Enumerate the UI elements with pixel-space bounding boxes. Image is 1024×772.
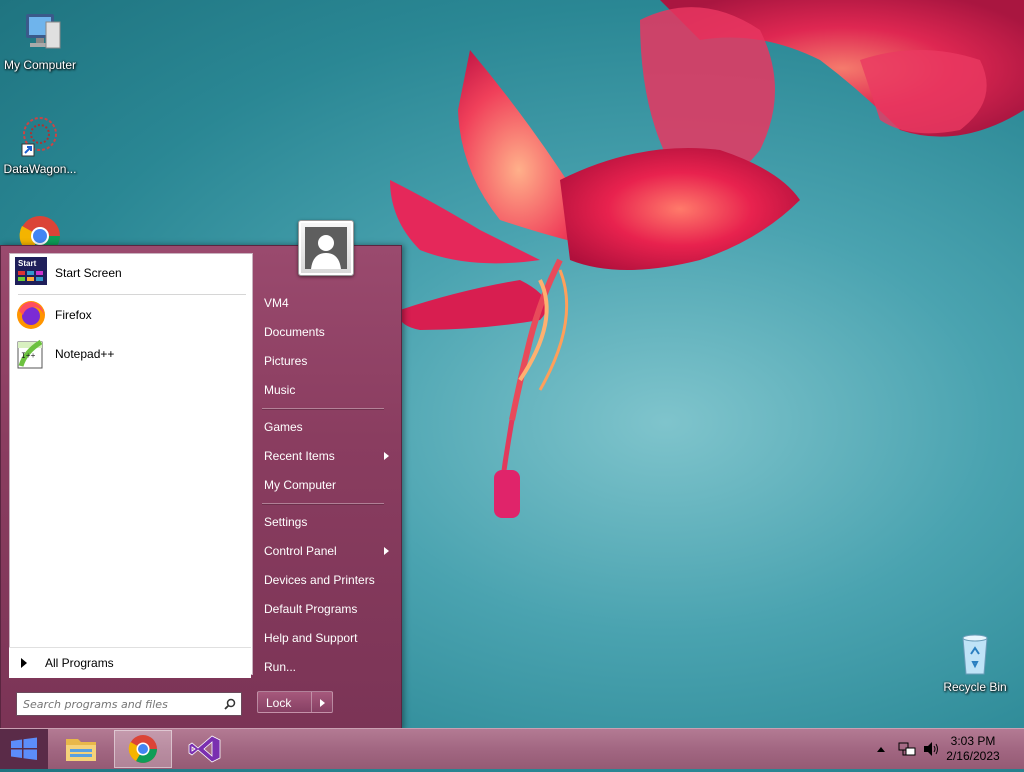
start-right-label: Settings xyxy=(264,515,308,529)
power-options-button[interactable] xyxy=(311,691,333,713)
user-avatar[interactable] xyxy=(298,220,354,276)
firefox-icon xyxy=(15,299,47,331)
start-right-label: VM4 xyxy=(264,296,289,310)
start-right-label: Documents xyxy=(264,325,325,339)
start-right-item-pictures[interactable]: Pictures xyxy=(257,348,395,374)
start-search-box xyxy=(16,692,242,716)
chrome-icon xyxy=(128,735,157,763)
start-right-item-vm4[interactable]: VM4 xyxy=(257,290,395,316)
datawagon-icon xyxy=(16,112,64,160)
start-right-label: Help and Support xyxy=(264,631,358,645)
start-menu-programs-pane: Start Start Screen Firefox I++ Notepad++ xyxy=(9,253,253,675)
start-right-label: Games xyxy=(264,420,303,434)
start-right-label: Devices and Printers xyxy=(264,573,375,587)
lock-label: Lock xyxy=(266,696,292,710)
search-icon[interactable] xyxy=(219,694,241,714)
desktop-icon-label: DataWagon... xyxy=(3,162,77,176)
start-right-item-run[interactable]: Run... xyxy=(257,654,395,680)
taskbar-visual-studio[interactable] xyxy=(176,730,234,768)
chevron-right-icon xyxy=(384,547,389,555)
start-item-label: Notepad++ xyxy=(55,347,115,361)
start-item-label: Start Screen xyxy=(55,266,122,280)
lock-button[interactable]: Lock xyxy=(257,691,311,713)
start-item-notepad-plus-plus[interactable]: I++ Notepad++ xyxy=(10,336,252,372)
start-right-item-documents[interactable]: Documents xyxy=(257,319,395,345)
computer-icon xyxy=(16,8,64,56)
start-right-label: Recent Items xyxy=(264,449,335,463)
network-icon xyxy=(898,742,916,756)
pinned-separator xyxy=(18,294,246,295)
start-right-item-settings[interactable]: Settings xyxy=(257,509,395,535)
desktop-icon-recycle-bin[interactable]: Recycle Bin xyxy=(935,630,1015,694)
start-right-label: Pictures xyxy=(264,354,308,368)
start-item-start-screen[interactable]: Start Start Screen xyxy=(10,255,252,291)
start-right-label: Run... xyxy=(264,660,297,674)
desktop-icon-datawagon[interactable]: DataWagon... xyxy=(0,112,80,176)
start-right-item-default-programs[interactable]: Default Programs xyxy=(257,596,395,622)
start-right-label: Control Panel xyxy=(264,544,337,558)
svg-text:I++: I++ xyxy=(21,352,36,361)
all-programs-button[interactable]: All Programs xyxy=(9,647,251,678)
start-button[interactable] xyxy=(0,729,48,769)
show-hidden-icons[interactable] xyxy=(876,741,886,757)
chevron-right-icon xyxy=(384,452,389,460)
search-input[interactable] xyxy=(17,696,219,712)
file-explorer-icon xyxy=(66,739,96,761)
visual-studio-icon xyxy=(188,735,221,763)
desktop-icon-my-computer[interactable]: My Computer xyxy=(0,8,80,72)
desktop-icon-label: Recycle Bin xyxy=(943,680,1007,694)
taskbar-chrome[interactable] xyxy=(114,730,172,768)
start-right-label: Default Programs xyxy=(264,602,358,616)
windows-logo-icon xyxy=(11,737,37,760)
all-programs-label: All Programs xyxy=(45,656,114,670)
svg-text:Start: Start xyxy=(18,259,37,268)
network-tray-button[interactable] xyxy=(898,741,916,757)
clock-date: 2/16/2023 xyxy=(946,749,1000,763)
start-right-label: Music xyxy=(264,383,296,397)
start-right-item-control-panel[interactable]: Control Panel xyxy=(257,538,395,564)
taskbar: 3:03 PM 2/16/2023 xyxy=(0,728,1024,769)
notepad-plus-plus-icon: I++ xyxy=(15,338,47,370)
right-separator xyxy=(262,408,384,409)
chevron-up-icon xyxy=(877,747,885,752)
start-right-label: My Computer xyxy=(264,478,337,492)
start-item-label: Firefox xyxy=(55,308,92,322)
chevron-right-icon xyxy=(21,658,27,668)
recycle-bin-icon xyxy=(951,630,999,678)
chevron-right-icon xyxy=(320,699,325,707)
start-right-item-help-and-support[interactable]: Help and Support xyxy=(257,625,395,651)
start-item-firefox[interactable]: Firefox xyxy=(10,297,252,333)
start-right-item-my-computer[interactable]: My Computer xyxy=(257,472,395,498)
start-right-item-games[interactable]: Games xyxy=(257,414,395,440)
right-separator xyxy=(262,503,384,504)
start-right-item-music[interactable]: Music xyxy=(257,377,395,403)
start-right-item-recent-items[interactable]: Recent Items xyxy=(257,443,395,469)
system-clock[interactable]: 3:03 PM 2/16/2023 xyxy=(938,734,1008,764)
user-icon xyxy=(305,227,347,269)
desktop-icon-label: My Computer xyxy=(3,58,77,72)
clock-time: 3:03 PM xyxy=(950,734,996,748)
start-screen-icon: Start xyxy=(15,257,47,289)
taskbar-file-explorer[interactable] xyxy=(52,730,110,768)
start-right-item-devices-and-printers[interactable]: Devices and Printers xyxy=(257,567,395,593)
